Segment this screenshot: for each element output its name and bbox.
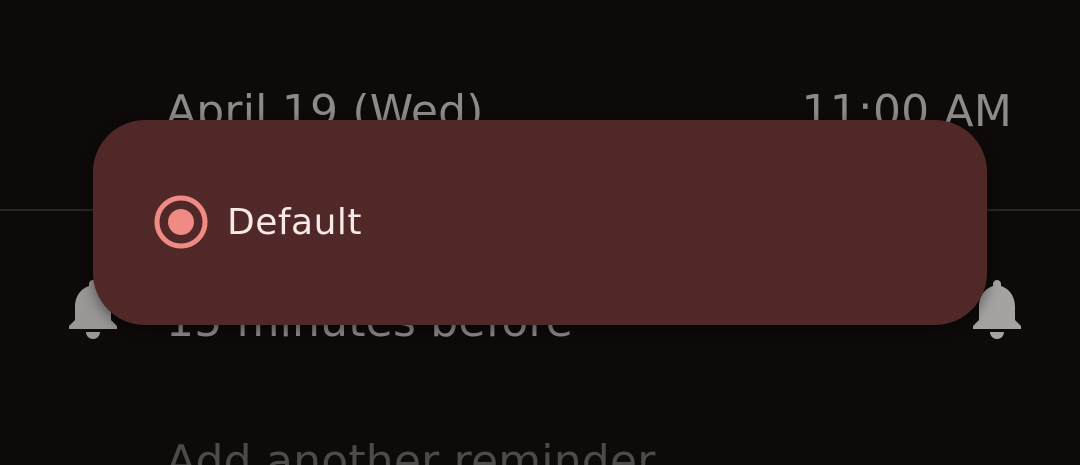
reminder-type-popup: Default — [93, 120, 987, 325]
option-default[interactable]: Default — [153, 192, 362, 252]
radio-selected-icon[interactable] — [153, 194, 209, 250]
add-reminder-link[interactable]: Add another reminder — [166, 440, 655, 465]
event-detail-screen: April 19 (Wed) 11:00 AM 15 minutes befor… — [0, 0, 1080, 465]
option-label: Default — [227, 201, 363, 243]
